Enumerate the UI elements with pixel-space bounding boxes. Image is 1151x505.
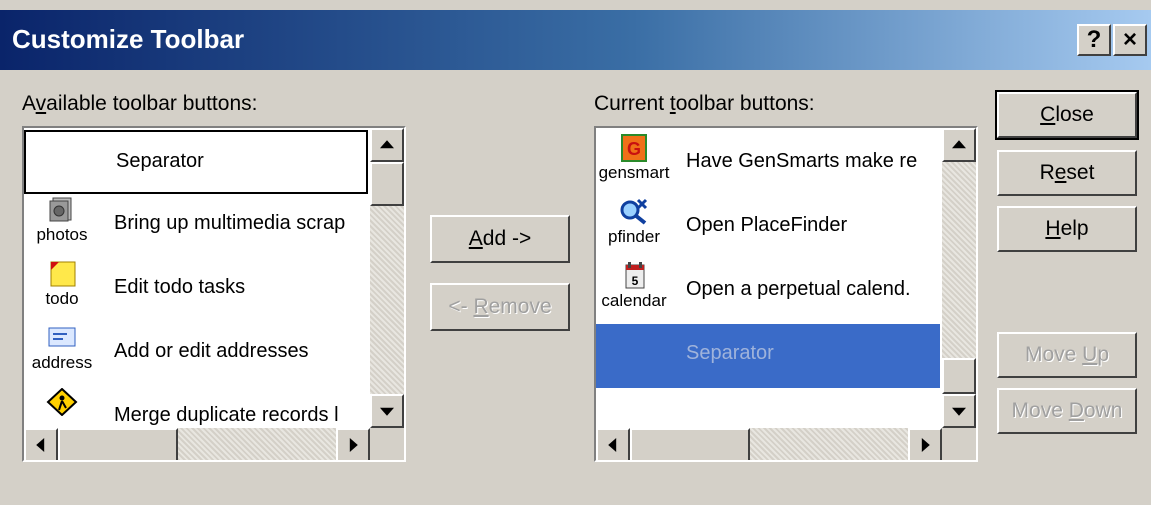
arrow-right-icon [349,438,358,452]
list-item[interactable]: 5 calendar Open a perpetual calend. [596,260,940,324]
remove-button[interactable]: <- Remove [430,283,570,331]
icon-caption: address [31,353,93,372]
icon-caption: calendar [601,291,667,310]
icon-caption: gensmart [598,163,670,182]
button-label: p [1097,343,1110,366]
button-label: set [1066,161,1095,184]
label-part: Current [594,92,670,115]
current-buttons-label: Current toolbar buttons: [594,92,815,116]
close-title-button[interactable]: × [1113,24,1147,56]
arrow-right-icon [921,438,930,452]
window-title: Customize Toolbar [12,24,245,54]
move-up-button[interactable]: Move Up [997,332,1137,378]
scroll-up-button[interactable] [370,128,404,162]
list-item-label: Bring up multimedia scrap [114,212,346,234]
accesskey: e [1054,161,1067,184]
close-button[interactable]: Close [995,90,1139,140]
scroll-corner [370,428,404,460]
scroll-left-button[interactable] [24,428,58,460]
arrow-up-icon [952,140,966,149]
list-item-label: Have GenSmarts make re [686,150,918,172]
placefinder-icon: pfinder [598,198,670,258]
list-item-label: Open a perpetual calend. [686,278,911,300]
accesskey: R [473,295,489,318]
scroll-thumb[interactable] [370,162,404,206]
gensmarts-icon: G gensmart [598,134,670,194]
svg-text:5: 5 [632,274,639,288]
button-label: lose [1055,103,1094,126]
list-item[interactable]: Separator [24,130,368,194]
scroll-left-button[interactable] [596,428,630,460]
scroll-thumb[interactable] [942,358,976,394]
arrow-down-icon [952,407,966,416]
icon-caption: todo [45,289,79,308]
current-buttons-list[interactable]: G gensmart Have GenSmarts make re pfinde… [594,126,978,462]
label-part: A [22,92,36,115]
scroll-up-button[interactable] [942,128,976,162]
list-item-label: Open PlaceFinder [686,214,848,236]
label-accesskey: v [35,92,47,115]
button-label: R [1039,161,1055,184]
button-label: emove [488,295,552,318]
scroll-thumb[interactable] [58,428,178,460]
available-horizontal-scrollbar[interactable] [24,428,370,460]
title-bar[interactable]: Customize Toolbar ? × [0,10,1151,70]
arrow-left-icon [608,438,617,452]
list-item-label: Separator [116,150,204,172]
scroll-down-button[interactable] [370,394,404,428]
accesskey: C [1040,103,1056,126]
list-item[interactable]: todo Edit todo tasks [24,258,368,322]
scroll-down-button[interactable] [942,394,976,428]
scroll-right-button[interactable] [908,428,942,460]
help-title-button[interactable]: ? [1077,24,1111,56]
arrow-up-icon [380,140,394,149]
button-label: own [1083,399,1123,422]
button-label: Move [1011,399,1069,422]
list-item-label: Edit todo tasks [114,276,246,298]
list-item[interactable]: Separator [596,324,940,388]
scroll-thumb[interactable] [630,428,750,460]
available-buttons-label: Available toolbar buttons: [22,92,257,116]
label-part: oolbar buttons: [675,92,815,115]
address-icon: address [26,324,98,384]
scroll-right-button[interactable] [336,428,370,460]
accesskey: U [1082,343,1098,366]
reset-button[interactable]: Reset [997,150,1137,196]
arrow-left-icon [36,438,45,452]
current-horizontal-scrollbar[interactable] [596,428,942,460]
accesskey: H [1045,217,1061,240]
button-label: elp [1060,217,1089,240]
label-part: ailable toolbar buttons: [46,92,258,115]
list-item-label: Separator [686,342,774,364]
icon-caption: pfinder [608,227,660,246]
customize-toolbar-dialog: Customize Toolbar ? × Available toolbar … [0,0,1151,505]
accesskey: D [1068,399,1084,422]
calendar-icon: 5 calendar [598,262,670,322]
available-buttons-list[interactable]: Separator photos Bring up multimedia scr… [22,126,406,462]
icon-caption: photos [36,225,88,244]
help-button[interactable]: Help [997,206,1137,252]
list-item[interactable]: photos Bring up multimedia scrap [24,194,368,258]
svg-text:G: G [627,139,641,159]
button-label: dd -> [482,227,532,250]
todo-icon: todo [26,260,98,320]
photos-icon: photos [26,196,98,256]
arrow-down-icon [380,407,394,416]
accesskey: A [468,227,483,250]
button-label: <- [448,295,474,318]
list-item[interactable]: address Add or edit addresses [24,322,368,386]
list-item[interactable]: G gensmart Have GenSmarts make re [596,132,940,196]
button-label: Move [1024,343,1083,366]
current-vertical-scrollbar[interactable] [942,128,976,428]
available-vertical-scrollbar[interactable] [370,128,404,428]
list-item[interactable]: pfinder Open PlaceFinder [596,196,940,260]
list-item-label: Merge duplicate records l [114,404,339,426]
list-item-label: Add or edit addresses [114,340,309,362]
scroll-corner [942,428,976,460]
move-down-button[interactable]: Move Down [997,388,1137,434]
add-button[interactable]: Add -> [430,215,570,263]
